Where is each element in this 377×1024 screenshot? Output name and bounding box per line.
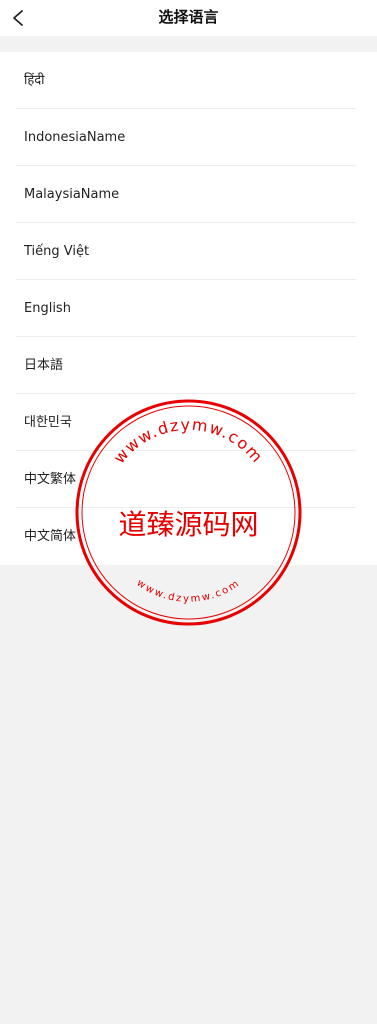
language-item-hindi[interactable]: हिंदी <box>16 52 356 109</box>
language-item-indonesian[interactable]: IndonesiaName <box>16 109 356 166</box>
language-item-korean[interactable]: 대한민국 <box>16 394 356 451</box>
language-label: MalaysiaName <box>24 187 120 202</box>
language-item-vietnamese[interactable]: Tiếng Việt <box>16 223 356 280</box>
language-item-japanese[interactable]: 日本語 <box>16 337 356 394</box>
top-bar: 选择语言 <box>0 0 377 36</box>
language-label: हिंदी <box>24 73 45 88</box>
language-label: 中文简体 <box>24 529 77 544</box>
language-item-english[interactable]: English <box>16 280 356 337</box>
language-label: 中文繁体 <box>24 472 77 487</box>
section-gap <box>0 36 377 52</box>
stamp-bottom-arc-text: www.dzymw.com <box>135 578 243 605</box>
page-title: 选择语言 <box>158 8 219 26</box>
language-label: English <box>24 301 71 316</box>
language-label: Tiếng Việt <box>24 244 90 259</box>
language-label: IndonesiaName <box>24 130 126 145</box>
language-label: 日本語 <box>24 358 64 373</box>
language-label: 대한민국 <box>24 415 72 430</box>
language-item-simplified-chinese[interactable]: 中文简体 <box>16 508 356 565</box>
language-item-malay[interactable]: MalaysiaName <box>16 166 356 223</box>
language-list: हिंदी IndonesiaName MalaysiaName Tiếng V… <box>0 52 377 565</box>
language-item-traditional-chinese[interactable]: 中文繁体 <box>16 451 356 508</box>
